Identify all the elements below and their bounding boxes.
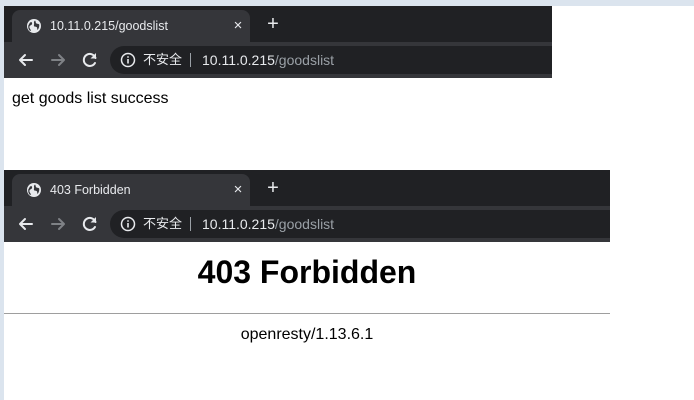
url-host: 10.11.0.215 <box>202 52 275 68</box>
address-bar[interactable]: 不安全 10.11.0.215/goodslist <box>110 46 552 74</box>
new-tab-button[interactable]: + <box>262 176 284 200</box>
page-content: get goods list success <box>4 78 552 146</box>
tab-close-icon[interactable]: × <box>230 18 246 34</box>
tab-close-icon[interactable]: × <box>230 182 246 198</box>
url-path: /goodslist <box>274 52 335 68</box>
address-separator <box>190 53 191 67</box>
tab-strip: 403 Forbidden × + <box>4 170 610 206</box>
browser-tab[interactable]: 10.11.0.215/goodslist × <box>12 10 250 42</box>
back-arrow-icon[interactable] <box>16 214 36 234</box>
url-text[interactable]: 10.11.0.215/goodslist <box>202 52 334 68</box>
tab-strip: 10.11.0.215/goodslist × + <box>4 6 552 42</box>
address-separator <box>190 217 191 231</box>
security-label[interactable]: 不安全 <box>143 52 182 68</box>
server-signature: openresty/1.13.6.1 <box>240 326 374 343</box>
globe-icon <box>27 183 41 197</box>
divider <box>4 313 610 314</box>
browser-tab[interactable]: 403 Forbidden × <box>12 174 250 206</box>
forward-arrow-icon[interactable] <box>48 214 68 234</box>
url-path: /goodslist <box>274 216 335 232</box>
tab-title: 10.11.0.215/goodslist <box>50 19 168 33</box>
url-host: 10.11.0.215 <box>202 216 275 232</box>
navigation-toolbar: 不安全 10.11.0.215/goodslist <box>4 42 552 78</box>
info-icon[interactable] <box>120 52 136 68</box>
url-text[interactable]: 10.11.0.215/goodslist <box>202 216 334 232</box>
page-content: 403 Forbidden openresty/1.13.6.1 <box>4 242 610 400</box>
security-label[interactable]: 不安全 <box>143 216 182 232</box>
tab-title: 403 Forbidden <box>50 183 131 197</box>
new-tab-button[interactable]: + <box>262 12 284 36</box>
address-bar[interactable]: 不安全 10.11.0.215/goodslist <box>110 210 610 238</box>
error-heading: 403 Forbidden <box>197 254 417 290</box>
browser-window-1: 10.11.0.215/goodslist × + 不安全 10.11.0.21… <box>4 6 552 146</box>
response-text: get goods list success <box>12 90 169 107</box>
browser-window-2: 403 Forbidden × + 不安全 10.11.0.215/goodsl… <box>4 170 610 400</box>
globe-icon <box>27 19 41 33</box>
info-icon[interactable] <box>120 216 136 232</box>
reload-icon[interactable] <box>80 214 100 234</box>
forward-arrow-icon[interactable] <box>48 50 68 70</box>
reload-icon[interactable] <box>80 50 100 70</box>
navigation-toolbar: 不安全 10.11.0.215/goodslist <box>4 206 610 242</box>
back-arrow-icon[interactable] <box>16 50 36 70</box>
